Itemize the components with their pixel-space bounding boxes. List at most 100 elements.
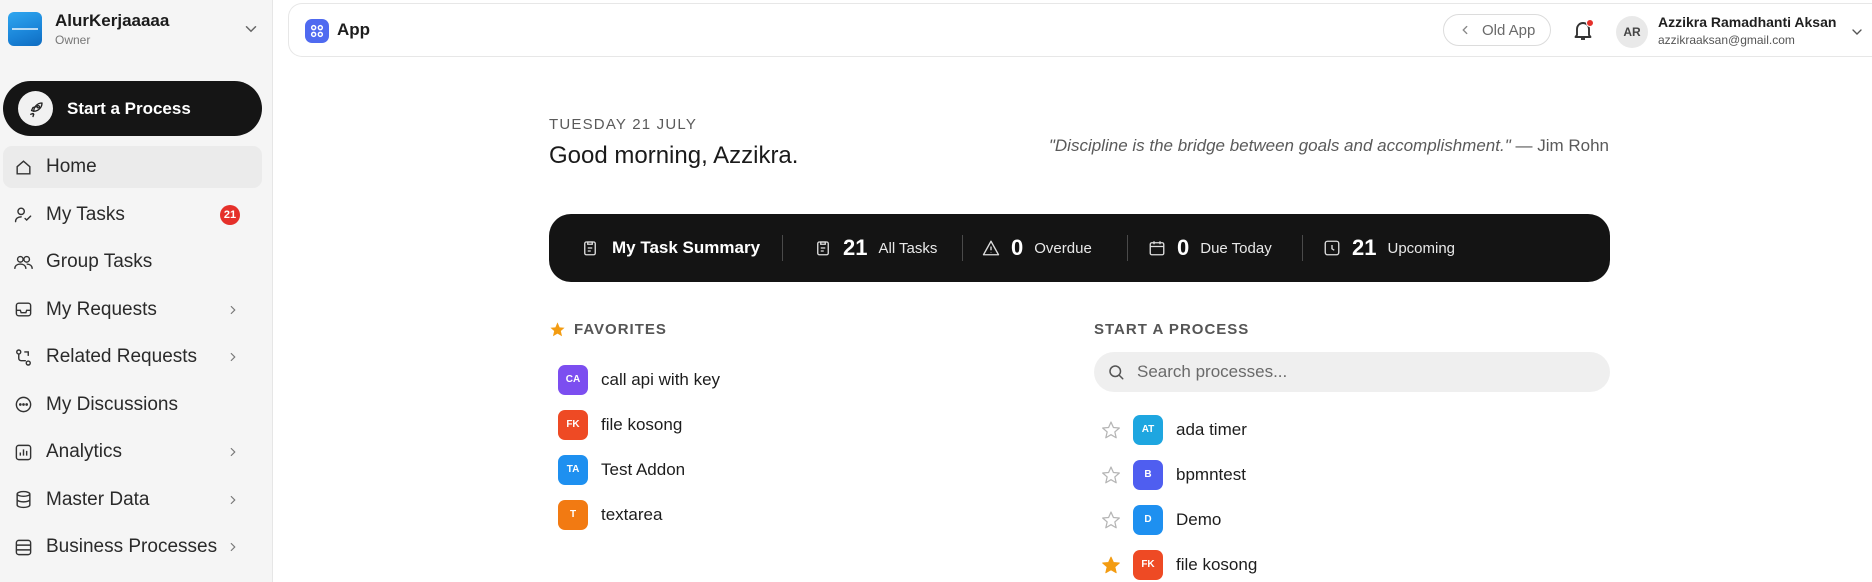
database-icon — [13, 490, 33, 510]
old-app-label: Old App — [1482, 21, 1536, 39]
chat-icon — [13, 395, 33, 415]
summary-title-group: My Task Summary — [581, 214, 760, 282]
chevron-left-icon — [1462, 25, 1468, 35]
apps-icon — [305, 19, 329, 43]
summary-title: My Task Summary — [612, 238, 761, 257]
process-label: file kosong — [601, 414, 683, 434]
avatar[interactable]: AR — [1616, 16, 1648, 48]
chevron-right-icon — [230, 447, 236, 457]
favorites-list: CA call api with key FK file kosong TA T… — [558, 357, 720, 537]
summary-due-today[interactable]: 0 Due Today — [1148, 214, 1272, 282]
star-outline-icon[interactable] — [1101, 510, 1121, 530]
top-header: App Old App AR Azzikra Ramadhanti Aksan … — [288, 3, 1872, 57]
org-name: AlurKerjaaaaa — [55, 10, 170, 30]
sidebar-item-label: Related Requests — [46, 346, 198, 367]
notification-dot — [1586, 19, 1594, 27]
process-label: bpmntest — [1176, 464, 1246, 484]
rocket-icon — [18, 91, 53, 126]
list-item[interactable]: TA Test Addon — [558, 447, 720, 492]
chart-icon — [13, 442, 33, 462]
search-icon — [1109, 365, 1124, 380]
process-label: Demo — [1176, 509, 1222, 529]
summary-all-tasks[interactable]: 21 All Tasks — [814, 214, 937, 282]
list-item[interactable]: AT ada timer — [1101, 407, 1257, 452]
daily-quote: "Discipline is the bridge between goals … — [1049, 136, 1609, 156]
list-item[interactable]: T textarea — [558, 492, 720, 537]
clipboard-icon — [817, 241, 829, 256]
chevron-right-icon — [230, 542, 236, 552]
process-label: file kosong — [1176, 554, 1258, 574]
process-initials: B — [1133, 459, 1163, 490]
upcoming-count: 21 — [1352, 235, 1377, 260]
tasks-count-badge: 21 — [220, 204, 240, 225]
summary-overdue[interactable]: 0 Overdue — [982, 214, 1092, 282]
star-outline-icon[interactable] — [1101, 465, 1121, 485]
star-icon — [550, 322, 565, 337]
chevron-down-icon[interactable] — [1849, 24, 1865, 40]
chevron-right-icon — [230, 352, 236, 362]
clipboard-icon — [584, 241, 596, 256]
calendar-icon — [1149, 241, 1165, 256]
sidebar-item-my-discussions[interactable]: My Discussions — [3, 384, 262, 426]
star-filled-icon[interactable] — [1101, 555, 1121, 575]
sidebar: AlurKerjaaaaa Owner Start a Process Home… — [0, 0, 273, 582]
sidebar-item-label: Group Tasks — [46, 251, 153, 272]
process-label: textarea — [601, 504, 663, 524]
list-item[interactable]: B bpmntest — [1101, 452, 1257, 497]
sidebar-item-master-data[interactable]: Master Data — [3, 479, 262, 521]
all-tasks-count: 21 — [843, 235, 868, 260]
summary-divider — [1302, 235, 1303, 261]
user-email: azzikraaksan@gmail.com — [1658, 33, 1795, 47]
process-initials: T — [558, 499, 588, 530]
process-label: call api with key — [601, 369, 721, 389]
sidebar-item-home[interactable]: Home — [3, 146, 262, 188]
sidebar-item-label: My Discussions — [46, 393, 178, 415]
list-item[interactable]: D Demo — [1101, 497, 1257, 542]
star-outline-icon[interactable] — [1101, 420, 1121, 440]
process-initials: FK — [558, 409, 588, 440]
start-process-label: Start a Process — [67, 98, 191, 118]
chevron-right-icon — [230, 305, 236, 314]
current-date: TUESDAY 21 JULY — [549, 116, 698, 133]
sidebar-item-my-tasks[interactable]: My Tasks 21 — [3, 194, 262, 236]
summary-upcoming[interactable]: 21 Upcoming — [1323, 214, 1455, 282]
sidebar-item-business-processes[interactable]: Business Processes — [3, 526, 262, 568]
org-logo — [8, 12, 42, 46]
chevron-down-icon[interactable] — [242, 20, 260, 38]
search-input[interactable] — [1137, 362, 1577, 382]
chevron-right-icon — [230, 495, 236, 504]
sidebar-item-label: Master Data — [46, 488, 150, 510]
favorites-heading-label: FAVORITES — [574, 321, 667, 338]
summary-divider — [1127, 235, 1128, 261]
sidebar-item-my-requests[interactable]: My Requests — [3, 289, 262, 331]
sidebar-item-group-tasks[interactable]: Group Tasks — [3, 241, 262, 283]
sidebar-nav: Home My Tasks 21 Group Tasks My Requests… — [3, 146, 262, 574]
org-role: Owner — [55, 32, 91, 47]
process-initials: AT — [1133, 414, 1163, 445]
start-process-button[interactable]: Start a Process — [3, 81, 262, 136]
org-switcher[interactable]: AlurKerjaaaaa Owner — [8, 9, 264, 49]
process-initials: TA — [558, 454, 588, 485]
due-today-count: 0 — [1177, 235, 1190, 260]
home-icon — [13, 157, 33, 177]
user-name: Azzikra Ramadhanti Aksan — [1658, 14, 1837, 30]
process-initials: FK — [1133, 549, 1163, 580]
app-root: AlurKerjaaaaa Owner Start a Process Home… — [0, 0, 1872, 582]
process-label: Test Addon — [601, 459, 686, 479]
due-today-label: Due Today — [1200, 239, 1272, 257]
inbox-icon — [13, 300, 33, 320]
sidebar-item-analytics[interactable]: Analytics — [3, 431, 262, 473]
list-item[interactable]: CA call api with key — [558, 357, 720, 402]
clock-icon — [1324, 240, 1340, 256]
sidebar-item-label: My Tasks — [46, 203, 125, 225]
notifications-button[interactable] — [1571, 18, 1595, 42]
search-box — [1094, 352, 1610, 392]
greeting: Good morning, Azzikra. — [549, 142, 799, 169]
sidebar-item-related-requests[interactable]: Related Requests — [3, 336, 262, 378]
list-item[interactable]: FK file kosong — [558, 402, 720, 447]
list-item[interactable]: FK file kosong — [1101, 542, 1257, 582]
app-title: App — [337, 20, 371, 39]
old-app-button[interactable]: Old App — [1443, 14, 1551, 46]
process-initials: D — [1133, 504, 1163, 535]
process-list: AT ada timer B bpmntest D Demo FK file k… — [1101, 407, 1257, 582]
